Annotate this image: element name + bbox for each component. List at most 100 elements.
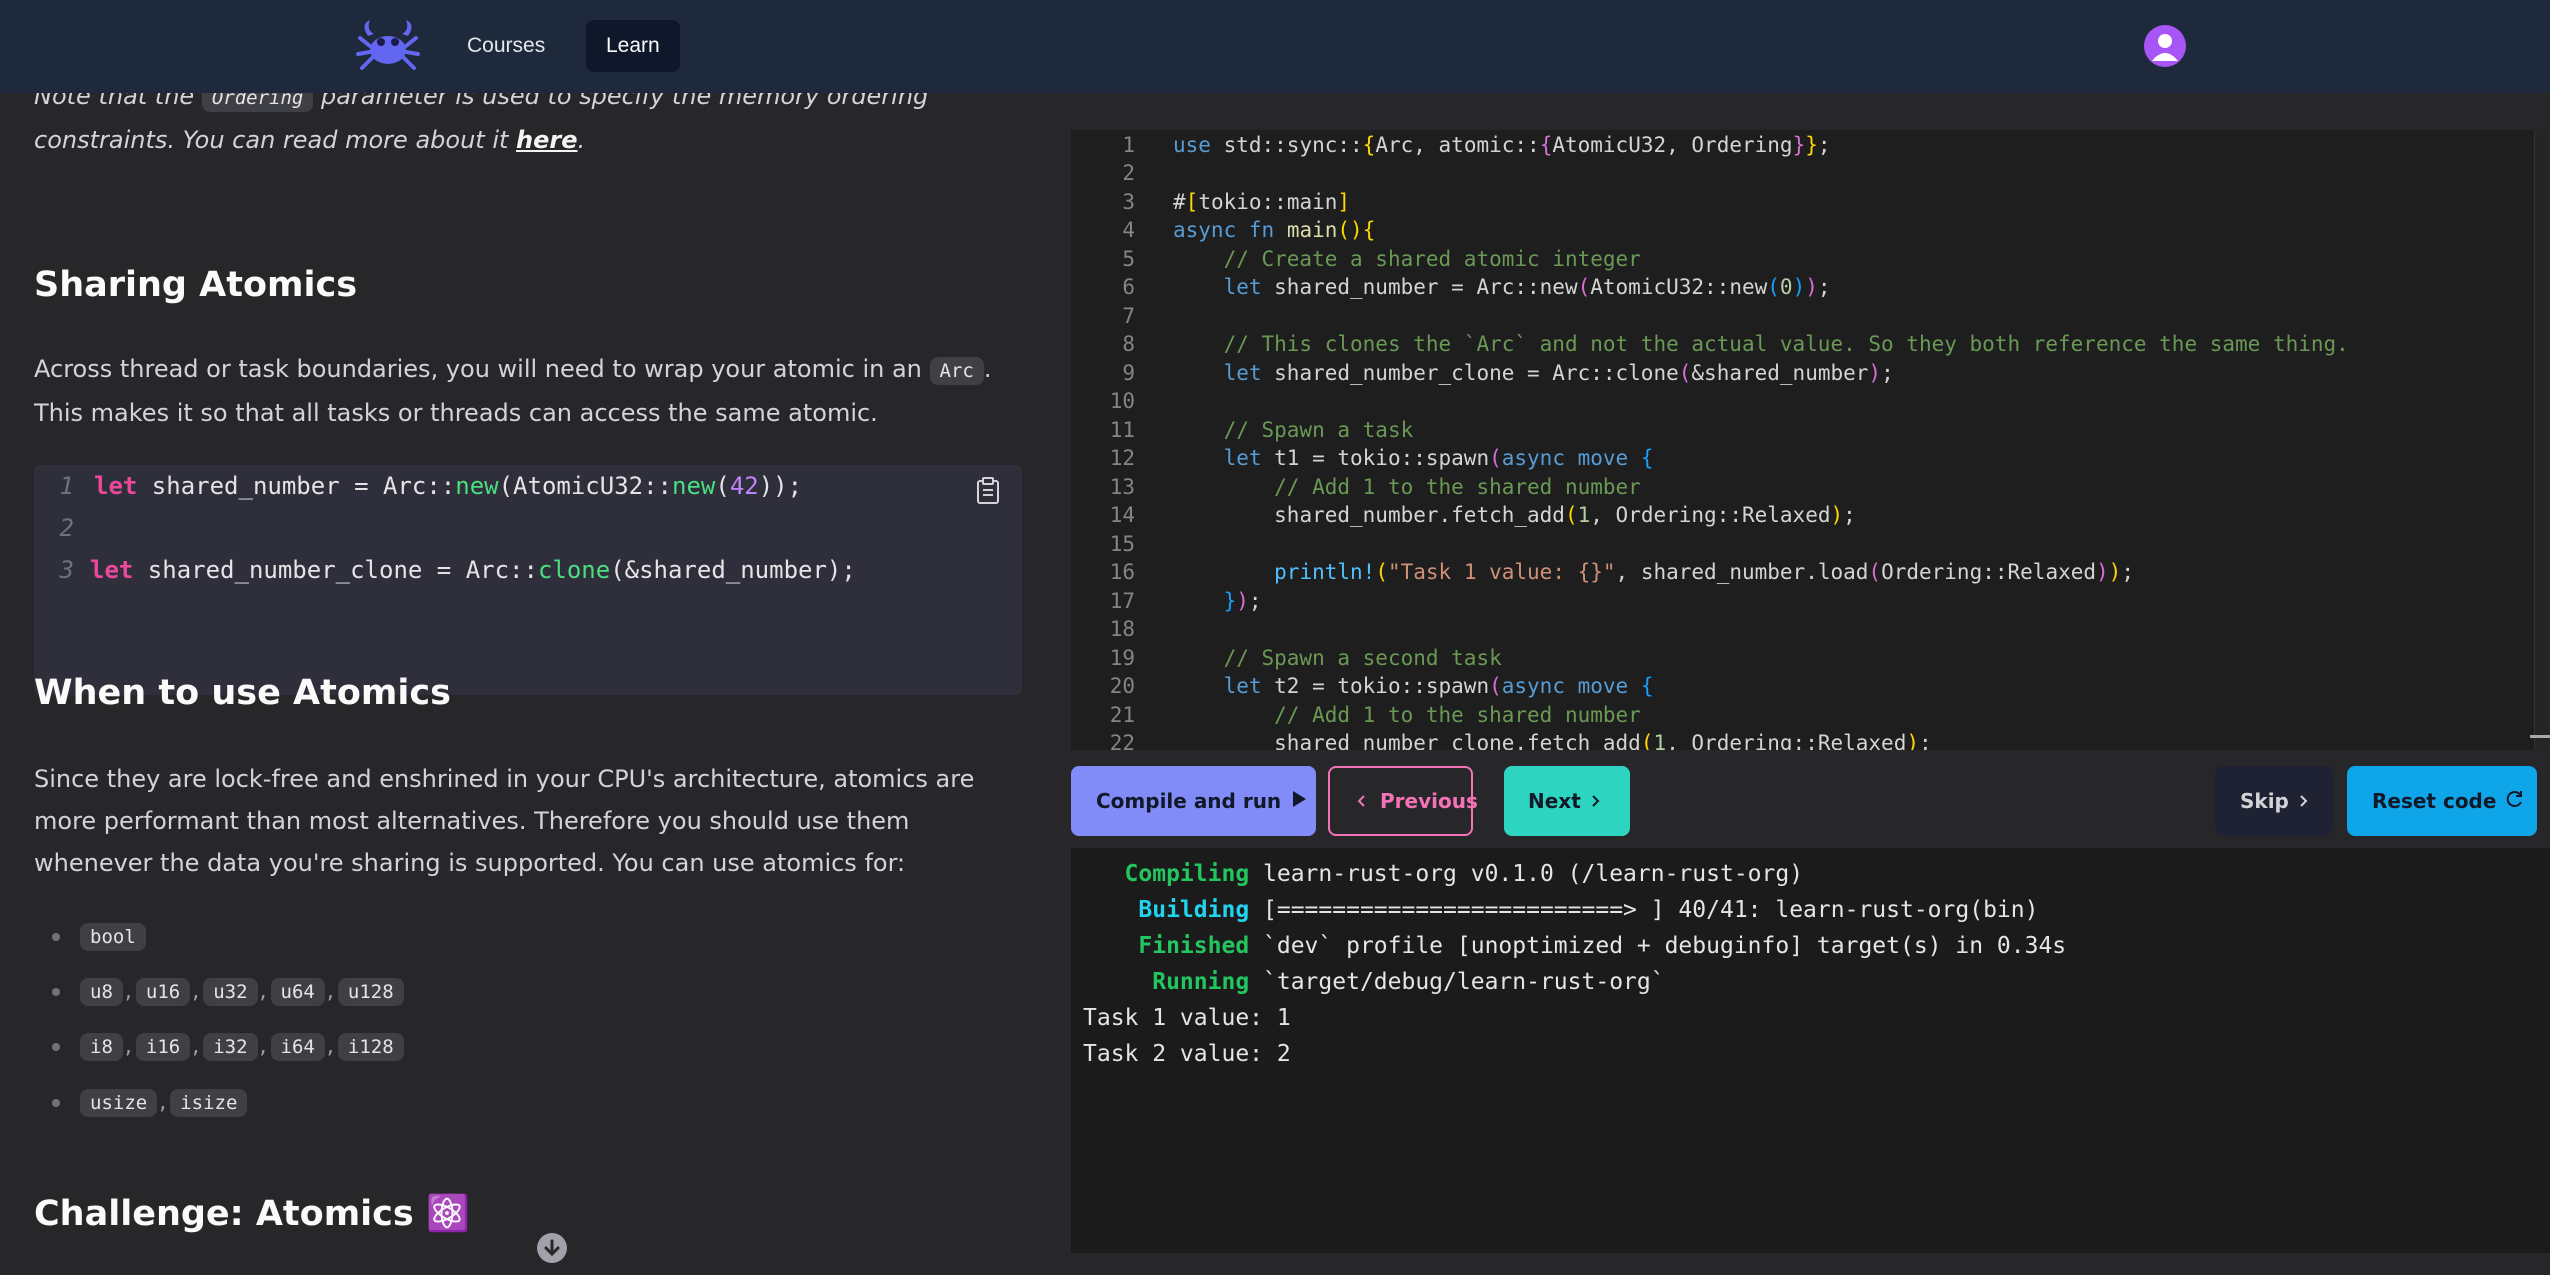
code: ; [1843, 503, 1856, 527]
bracket: ( [1868, 560, 1882, 584]
code: t2 = tokio::spawn [1261, 674, 1490, 698]
snippet-line-1: 1 let shared_number = Arc::new(AtomicU32:… [34, 465, 803, 507]
kw: let [1223, 361, 1262, 385]
scroll-position-marker [2530, 735, 2550, 738]
code: AtomicU32::new [1590, 275, 1768, 299]
line-number: 21 [1109, 703, 1135, 727]
bullet [52, 933, 60, 941]
editor-line: 14 shared_number.fetch_add(1, Ordering::… [1071, 501, 1856, 529]
kw: move [1577, 674, 1629, 698]
nav-learn-link[interactable]: Learn [586, 20, 680, 72]
reset-code-button[interactable]: Reset code [2347, 766, 2537, 836]
editor-line: 1 use std::sync::{Arc, atomic::{AtomicU32… [1071, 131, 1831, 159]
comment: // This clones the `Arc` and not the act… [1223, 332, 2349, 356]
next-button[interactable]: Next [1504, 766, 1630, 836]
code: shared_number_clone.fetch_add [1274, 731, 1641, 750]
note-end: . [577, 126, 586, 154]
editor-line: 2 [1071, 159, 1173, 187]
code: ; [1881, 361, 1894, 385]
editor-line: 21 // Add 1 to the shared number [1071, 701, 1641, 729]
heading-sharing-atomics: Sharing Atomics [34, 265, 358, 305]
comment: // Spawn a task [1223, 418, 1414, 442]
chevron-right-icon [1592, 795, 1600, 807]
editor-line: 10 [1071, 387, 1173, 415]
top-nav: Courses Learn [0, 0, 2550, 93]
line-number: 19 [1109, 646, 1135, 670]
line-number: 8 [1122, 332, 1135, 356]
previous-button[interactable]: Previous [1328, 766, 1478, 836]
chevron-right-icon [2300, 795, 2308, 807]
bracket: ( [1640, 731, 1654, 750]
line-number: 1 [59, 472, 74, 500]
scroll-down-icon[interactable] [537, 1233, 567, 1263]
heading-challenge: Challenge: Atomics ⚛️ [34, 1193, 470, 1234]
type-code: u16 [135, 978, 191, 1006]
line-number: 20 [1109, 674, 1135, 698]
code: ; [1817, 275, 1831, 299]
crab-logo-icon[interactable] [356, 16, 420, 76]
line-number: 2 [1122, 161, 1135, 185]
fn: new [672, 472, 716, 500]
num: 0 [1779, 275, 1793, 299]
kw: async [1501, 446, 1565, 470]
type-code: bool [80, 923, 146, 951]
code: ; [1817, 133, 1831, 157]
editor-line: 19 // Spawn a second task [1071, 644, 1502, 672]
bracket: ] [1337, 190, 1351, 214]
nav-courses-link[interactable]: Courses [447, 20, 565, 72]
status-text: [=========================> ] 40/41: lea… [1249, 897, 2039, 923]
atom-emoji-icon: ⚛️ [425, 1194, 470, 1234]
editor-line: 9 let shared_number_clone = Arc::clone(&… [1071, 359, 1894, 387]
status-label: Finished [1083, 933, 1250, 959]
kw: let [1223, 674, 1262, 698]
editor-line: 11 // Spawn a task [1071, 416, 1414, 444]
code: , shared_number.load [1615, 560, 1869, 584]
code: )); [758, 472, 803, 500]
type-code: u8 [80, 978, 123, 1006]
status-text: `dev` profile [unoptimized + debuginfo] … [1249, 933, 2067, 959]
code: t1 = tokio::spawn [1261, 446, 1490, 470]
compile-and-run-button[interactable]: Compile and run [1071, 766, 1316, 836]
skip-button[interactable]: Skip [2215, 766, 2333, 836]
code: ( [715, 472, 730, 500]
code: ; [1919, 731, 1932, 750]
line-number: 7 [1122, 304, 1135, 328]
line-number: 3 [1122, 190, 1135, 214]
line-number: 12 [1109, 446, 1135, 470]
code: shared_number.fetch_add [1274, 503, 1565, 527]
editor-line: 5 // Create a shared atomic integer [1071, 245, 1641, 273]
macro: println! [1274, 560, 1376, 584]
code: std::sync:: [1210, 133, 1363, 157]
here-link[interactable]: here [516, 126, 577, 154]
kw: async [1173, 218, 1237, 242]
editor-line: 12 let t1 = tokio::spawn(async move { [1071, 444, 1654, 472]
type-code: isize [170, 1089, 248, 1117]
code: shared_number_clone = Arc:: [133, 556, 538, 584]
status-text: `target/debug/learn-rust-org` [1249, 969, 1665, 995]
clipboard-icon[interactable] [976, 477, 1000, 505]
line-number: 17 [1109, 589, 1135, 613]
code: AtomicU32, Ordering [1552, 133, 1793, 157]
bracket: { [1640, 674, 1654, 698]
bracket: ( [1489, 446, 1502, 470]
editor-scrollbar[interactable] [2534, 130, 2550, 750]
kw: let [1223, 275, 1262, 299]
bracket: ) [2108, 560, 2122, 584]
line-number: 6 [1122, 275, 1135, 299]
line-number: 4 [1122, 218, 1135, 242]
code: Arc, atomic:: [1375, 133, 1540, 157]
num: 1 [1653, 731, 1667, 750]
line-number: 22 [1109, 731, 1135, 750]
bracket: ( [1489, 674, 1502, 698]
kw: let [1223, 446, 1262, 470]
code-editor[interactable]: 1 use std::sync::{Arc, atomic::{AtomicU32… [1071, 130, 2550, 750]
comment: // Create a shared atomic integer [1223, 247, 1641, 271]
line-number: 10 [1109, 389, 1135, 413]
bracket: [ [1185, 190, 1199, 214]
bracket: ) [1792, 275, 1806, 299]
code: , Ordering::Relaxed [1590, 503, 1831, 527]
type-code: i16 [135, 1033, 191, 1061]
user-avatar-icon[interactable] [2144, 25, 2186, 67]
code: (AtomicU32:: [498, 472, 672, 500]
line-number: 1 [1122, 133, 1135, 157]
